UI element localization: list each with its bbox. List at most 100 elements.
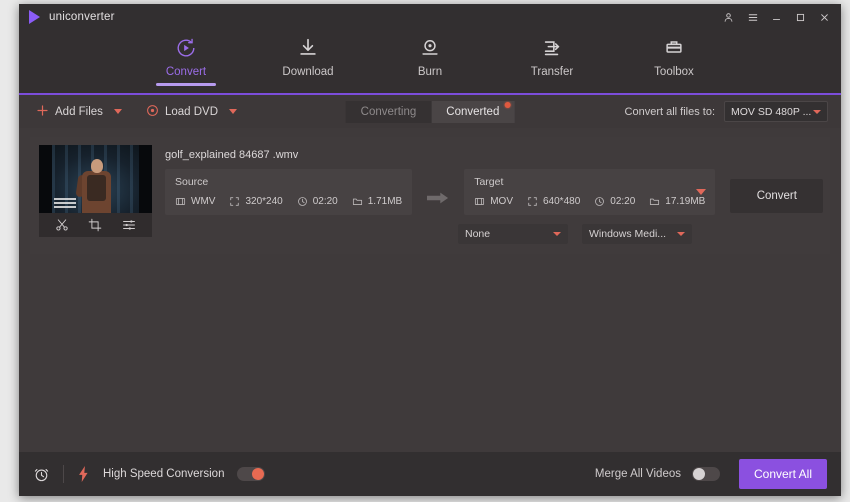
folder-icon — [352, 196, 363, 207]
subtitle-select[interactable]: None — [458, 224, 568, 244]
trim-scissors-icon[interactable] — [55, 218, 69, 232]
convert-all-format-value: MOV SD 480P ... — [731, 105, 812, 118]
load-dvd-chevron-down-icon[interactable] — [229, 109, 237, 114]
target-size: 17.19MB — [649, 196, 705, 207]
app-title: uniconverter — [49, 11, 115, 23]
nav-tab-convert-label: Convert — [165, 66, 207, 78]
source-size: 1.71MB — [352, 196, 402, 207]
target-format: MOV — [474, 196, 513, 207]
nav-tab-burn-label: Burn — [417, 66, 443, 78]
convert-button[interactable]: Convert — [730, 179, 824, 213]
tab-converting[interactable]: Converting — [345, 100, 432, 123]
play-triangle-icon — [29, 10, 40, 24]
target-resolution-expand-icon — [527, 196, 538, 207]
title-bar: uniconverter — [19, 4, 841, 30]
convert-all-button-label: Convert All — [753, 467, 813, 481]
target-format-value: MOV — [490, 196, 513, 207]
right-arrow-icon — [427, 191, 449, 210]
tab-converted[interactable]: Converted — [431, 100, 515, 123]
thumbnail-block — [39, 145, 152, 237]
load-dvd-button[interactable]: Load DVD — [142, 101, 241, 123]
audio-select-value: Windows Medi... — [589, 228, 667, 240]
file-row: golf_explained 84687 .wmv Source WMV 320… — [30, 137, 830, 254]
transfer-device-icon — [541, 36, 563, 60]
effects-sliders-icon[interactable] — [122, 218, 136, 232]
burn-disc-icon — [419, 36, 441, 60]
target-panel[interactable]: Target MOV 640*480 02:20 17.19MB — [464, 169, 716, 215]
high-speed-conversion-label: High Speed Conversion — [103, 468, 225, 480]
nav-tab-toolbox[interactable]: Toolbox — [632, 36, 716, 78]
nav-tab-download[interactable]: Download — [266, 36, 350, 78]
source-duration-value: 02:20 — [312, 196, 338, 207]
source-resolution-value: 320*240 — [245, 196, 283, 207]
thumbnail-letterbox-left — [39, 145, 52, 213]
file-name: golf_explained 84687 .wmv — [165, 149, 299, 161]
footer-left-group: High Speed Conversion — [33, 465, 266, 483]
footer-right-group: Merge All Videos Convert All — [595, 459, 827, 489]
convert-circle-play-icon — [175, 36, 197, 60]
merge-all-videos-label: Merge All Videos — [594, 468, 681, 480]
source-target-panels: Source WMV 320*240 02:20 1.71MB Target M… — [165, 169, 824, 215]
source-duration: 02:20 — [297, 196, 338, 207]
subtitle-select-value: None — [465, 228, 491, 240]
target-format-film-icon — [474, 196, 485, 207]
convert-all-button[interactable]: Convert All — [739, 459, 827, 489]
close-icon[interactable] — [818, 10, 831, 24]
hamburger-menu-icon[interactable] — [746, 10, 759, 24]
nav-tab-burn[interactable]: Burn — [388, 36, 472, 78]
audio-chevron-down-icon — [677, 232, 685, 236]
source-title: Source — [175, 176, 209, 188]
source-format-value: WMV — [191, 196, 216, 207]
nav-tab-toolbox-label: Toolbox — [654, 66, 694, 78]
lightning-bolt-icon — [77, 466, 90, 482]
nav-tab-transfer[interactable]: Transfer — [510, 36, 594, 78]
merge-all-videos-toggle[interactable] — [692, 467, 720, 481]
high-speed-conversion-toggle[interactable] — [237, 467, 266, 481]
source-size-value: 1.71MB — [367, 196, 403, 207]
format-chevron-down-icon — [813, 109, 821, 114]
target-meta-row: MOV 640*480 02:20 17.19MB — [474, 196, 705, 207]
thumbnail-letterbox-right — [139, 145, 152, 213]
screenshot-root: uniconverter Convert Download Burn Trans… — [0, 0, 850, 502]
nav-tab-transfer-label: Transfer — [530, 66, 574, 78]
target-options-row: None Windows Medi... — [458, 224, 821, 244]
alarm-clock-icon[interactable] — [33, 466, 50, 483]
conversion-arrow — [412, 169, 464, 210]
plus-icon — [36, 104, 49, 120]
window-controls — [722, 10, 835, 24]
footer-bar: High Speed Conversion Merge All Videos C… — [19, 452, 841, 496]
thumbnail-person-shirt — [87, 175, 106, 201]
converted-notification-badge — [504, 101, 511, 108]
target-duration: 02:20 — [594, 196, 635, 207]
footer-divider — [63, 465, 64, 483]
file-list-area: golf_explained 84687 .wmv Source WMV 320… — [19, 128, 841, 452]
source-resolution: 320*240 — [229, 196, 283, 207]
thumbnail-tool-bar — [39, 213, 152, 237]
target-folder-icon — [649, 196, 660, 207]
crop-icon[interactable] — [88, 218, 102, 232]
add-files-button[interactable]: Add Files — [32, 101, 126, 123]
load-dvd-label: Load DVD — [164, 105, 218, 118]
add-files-label: Add Files — [55, 105, 103, 118]
status-filter-segmented-control: Converting Converted — [345, 100, 515, 123]
maximize-icon[interactable] — [794, 10, 807, 24]
target-chevron-down-icon[interactable] — [696, 189, 707, 195]
convert-all-format-select[interactable]: MOV SD 480P ... — [724, 101, 828, 122]
resolution-expand-icon — [229, 196, 240, 207]
application-window: uniconverter Convert Download Burn Trans… — [19, 4, 841, 496]
add-files-chevron-down-icon[interactable] — [113, 109, 122, 114]
account-icon[interactable] — [722, 10, 735, 24]
audio-select[interactable]: Windows Medi... — [582, 224, 692, 244]
file-info-column: golf_explained 84687 .wmv Source WMV 320… — [152, 145, 824, 244]
tab-converted-label: Converted — [446, 105, 500, 118]
convert-all-to-label: Convert all files to: — [624, 105, 715, 118]
target-resolution-value: 640*480 — [543, 196, 581, 207]
minimize-icon[interactable] — [770, 10, 783, 24]
toolbox-icon — [663, 36, 685, 60]
target-resolution: 640*480 — [527, 196, 580, 207]
nav-tab-download-label: Download — [282, 66, 334, 78]
nav-tab-convert[interactable]: Convert — [144, 36, 228, 86]
target-title: Target — [474, 176, 504, 188]
action-toolbar: Add Files Load DVD Converting Converted … — [19, 95, 841, 128]
video-thumbnail[interactable] — [39, 145, 152, 213]
